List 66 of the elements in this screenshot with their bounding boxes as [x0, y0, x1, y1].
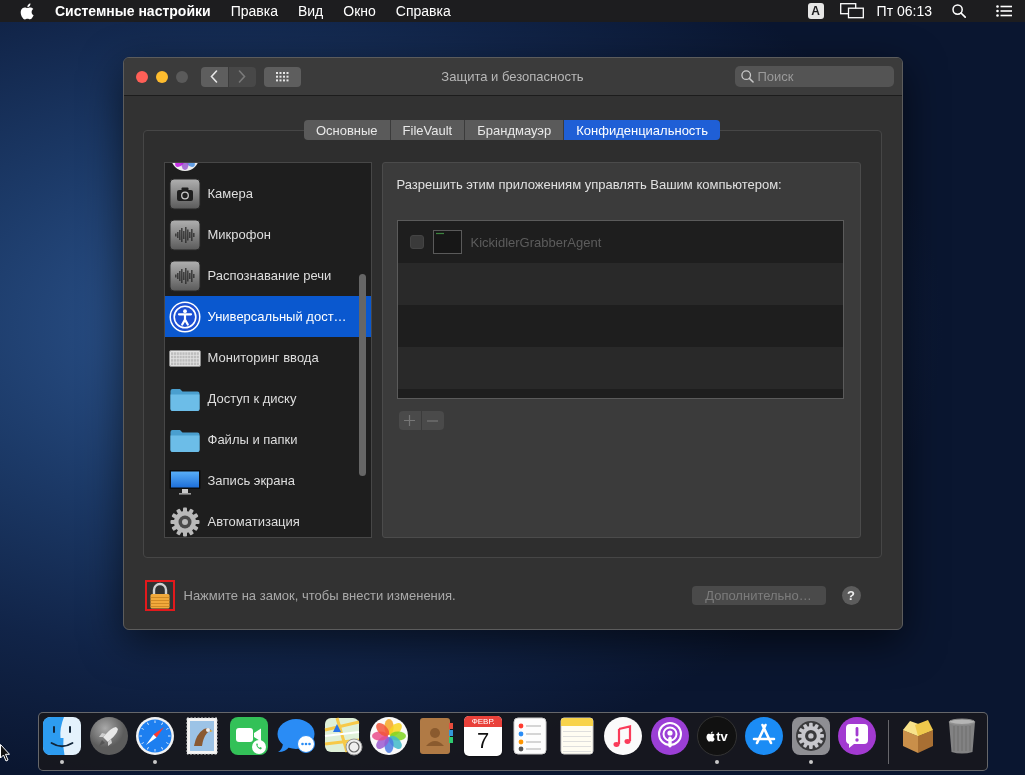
map-icon[interactable]	[322, 716, 363, 756]
calendar-day: 7	[476, 727, 490, 754]
mouse-pointer-icon	[0, 744, 10, 762]
padlock-icon	[148, 582, 171, 609]
back-button[interactable]	[200, 66, 228, 87]
gear-icon[interactable]	[790, 716, 831, 756]
sidebar-item[interactable]: Камера	[164, 173, 371, 214]
panel-heading: Разрешить этим приложениям управлять Вашим компьютером:	[396, 177, 783, 193]
chevron-left-icon	[210, 70, 218, 83]
input-source-indicator[interactable]: A	[807, 3, 824, 19]
camera-icon	[168, 177, 201, 210]
podcast-icon[interactable]	[650, 716, 691, 756]
list-icon[interactable]	[996, 5, 1012, 17]
search-icon[interactable]	[952, 4, 966, 18]
window-title: Защита и безопасность	[441, 69, 584, 84]
tab[interactable]: Брандмауэр	[465, 120, 565, 140]
terminal-window-icon	[432, 230, 462, 254]
search-field[interactable]: Поиск	[734, 66, 894, 87]
display-icon[interactable]	[839, 3, 864, 19]
app-name: KickidlerGrabberAgent	[470, 234, 602, 250]
close-button[interactable]	[135, 70, 148, 83]
sidebar-item[interactable]: Файлы и папки	[164, 419, 371, 460]
plus-icon	[404, 415, 415, 426]
waveform-icon	[168, 259, 201, 292]
sidebar-item[interactable]: Универсальный дост…	[164, 296, 371, 337]
accessibility-icon	[168, 300, 201, 333]
help-button[interactable]: ?	[841, 586, 861, 605]
menu-item[interactable]: Вид	[297, 0, 324, 22]
menu-clock[interactable]: Пт 06:13	[876, 0, 932, 22]
sidebar-item[interactable]: Доступ к диску	[164, 378, 371, 419]
tab[interactable]: FileVault	[390, 120, 466, 140]
show-all-button[interactable]	[263, 66, 301, 87]
menu-item[interactable]: Окно	[343, 0, 376, 22]
tv-label: tv	[716, 728, 728, 744]
lock-hint-text: Нажмите на замок, чтобы внести изменения.	[183, 588, 456, 603]
exclamation-bubble-icon[interactable]	[837, 716, 878, 756]
speech-bubble-icon[interactable]	[275, 716, 316, 756]
tv-app-icon[interactable]: tv	[697, 716, 738, 756]
compass-icon[interactable]	[135, 716, 176, 756]
tab[interactable]: Основные	[303, 120, 391, 140]
rocket-icon[interactable]	[88, 716, 129, 756]
search-icon	[740, 70, 754, 83]
menu-item[interactable]: Справка	[395, 0, 451, 22]
menu-item[interactable]: Правка	[230, 0, 278, 22]
video-camera-icon[interactable]	[229, 716, 270, 756]
flower-icon[interactable]	[369, 716, 410, 756]
calendar-month: ФЕВР.	[464, 716, 503, 727]
waveform-icon	[168, 218, 201, 251]
sidebar-item[interactable]: Распознавание речи	[164, 255, 371, 296]
grid-icon	[275, 71, 289, 82]
calendar-icon[interactable]: ФЕВР. 7	[464, 716, 503, 756]
chevron-right-icon	[238, 70, 246, 83]
apple-logo-icon	[706, 730, 716, 742]
sidebar-item[interactable]: Запись экрана	[164, 460, 371, 501]
scrollbar-thumb[interactable]	[358, 274, 366, 476]
lock-button[interactable]	[144, 580, 175, 611]
music-note-icon[interactable]	[603, 716, 644, 756]
sidebar-item[interactable]: Мониторинг ввода	[164, 337, 371, 378]
sidebar-item[interactable]: Автоматизация	[164, 501, 371, 537]
menu-item[interactable]: Системные настройки	[55, 0, 211, 22]
pencil-a-icon[interactable]	[743, 716, 784, 756]
minimize-button[interactable]	[155, 70, 168, 83]
sidebar-item[interactable]: Микрофон	[164, 214, 371, 255]
smiling-face-icon[interactable]	[41, 716, 82, 756]
apple-logo-icon[interactable]	[20, 2, 34, 20]
tab[interactable]: Конфиденциальность	[564, 120, 721, 140]
